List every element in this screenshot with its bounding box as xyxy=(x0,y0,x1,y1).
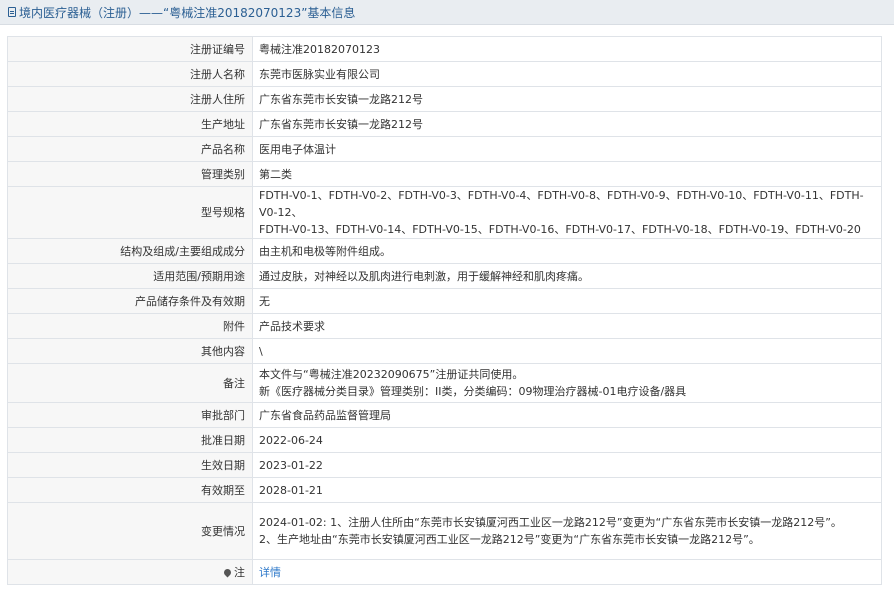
attachment-label: 附件 xyxy=(7,313,253,339)
details-link[interactable]: 详情 xyxy=(259,566,281,579)
effective-date-label: 生效日期 xyxy=(7,452,253,478)
note-label-cell: 注 xyxy=(7,559,253,585)
document-icon xyxy=(8,7,16,17)
table-row: 结构及组成/主要组成成分 由主机和电极等附件组成。 xyxy=(7,238,882,264)
expiry-date-value: 2028-01-21 xyxy=(252,477,882,503)
table-row: 产品储存条件及有效期 无 xyxy=(7,288,882,314)
models-label: 型号规格 xyxy=(7,186,253,239)
scope-value: 通过皮肤，对神经以及肌肉进行电刺激，用于缓解神经和肌肉疼痛。 xyxy=(252,263,882,289)
storage-value: 无 xyxy=(252,288,882,314)
changes-label: 变更情况 xyxy=(7,502,253,560)
table-row: 批准日期 2022-06-24 xyxy=(7,427,882,453)
product-name-label: 产品名称 xyxy=(7,136,253,162)
reg-no-label: 注册证编号 xyxy=(7,36,253,62)
pin-icon xyxy=(222,567,233,577)
table-row: 注 详情 xyxy=(7,559,882,585)
table-row: 管理类别 第二类 xyxy=(7,161,882,187)
table-row: 生产地址 广东省东莞市长安镇一龙路212号 xyxy=(7,111,882,137)
approval-dept-label: 审批部门 xyxy=(7,402,253,428)
table-row: 其他内容 \ xyxy=(7,338,882,364)
structure-label: 结构及组成/主要组成成分 xyxy=(7,238,253,264)
remarks-line-1: 本文件与“粤械注准20232090675”注册证共同使用。 xyxy=(259,368,524,381)
effective-date-value: 2023-01-22 xyxy=(252,452,882,478)
registrant-name-label: 注册人名称 xyxy=(7,61,253,87)
changes-line-2: 2、生产地址由“东莞市长安镇厦河西工业区一龙路212号”变更为“广东省东莞市长安… xyxy=(259,533,760,546)
changes-line-1: 2024-01-02: 1、注册人住所由“东莞市长安镇厦河西工业区一龙路212号… xyxy=(259,516,842,529)
table-row: 有效期至 2028-01-21 xyxy=(7,477,882,503)
table-row: 备注 本文件与“粤械注准20232090675”注册证共同使用。 新《医疗器械分… xyxy=(7,363,882,403)
structure-value: 由主机和电极等附件组成。 xyxy=(252,238,882,264)
models-line-1: FDTH-V0-1、FDTH-V0-2、FDTH-V0-3、FDTH-V0-4、… xyxy=(259,189,864,219)
approval-date-label: 批准日期 xyxy=(7,427,253,453)
models-value: FDTH-V0-1、FDTH-V0-2、FDTH-V0-3、FDTH-V0-4、… xyxy=(252,186,882,239)
approval-dept-value: 广东省食品药品监督管理局 xyxy=(252,402,882,428)
note-label: 注 xyxy=(234,565,245,579)
production-address-value: 广东省东莞市长安镇一龙路212号 xyxy=(252,111,882,137)
table-row: 审批部门 广东省食品药品监督管理局 xyxy=(7,402,882,428)
info-table: 注册证编号 粤械注准20182070123 注册人名称 东莞市医脉实业有限公司 … xyxy=(7,36,882,585)
models-line-2: FDTH-V0-13、FDTH-V0-14、FDTH-V0-15、FDTH-V0… xyxy=(259,223,861,236)
table-row: 生效日期 2023-01-22 xyxy=(7,452,882,478)
page-title: 境内医疗器械（注册）——“粤械注准20182070123”基本信息 xyxy=(19,5,356,20)
other-value: \ xyxy=(252,338,882,364)
product-name-value: 医用电子体温计 xyxy=(252,136,882,162)
changes-value: 2024-01-02: 1、注册人住所由“东莞市长安镇厦河西工业区一龙路212号… xyxy=(252,502,882,560)
production-address-label: 生产地址 xyxy=(7,111,253,137)
reg-no-value: 粤械注准20182070123 xyxy=(252,36,882,62)
remarks-label: 备注 xyxy=(7,363,253,403)
expiry-date-label: 有效期至 xyxy=(7,477,253,503)
table-row: 注册人住所 广东省东莞市长安镇一龙路212号 xyxy=(7,86,882,112)
table-row: 适用范围/预期用途 通过皮肤，对神经以及肌肉进行电刺激，用于缓解神经和肌肉疼痛。 xyxy=(7,263,882,289)
table-row: 注册证编号 粤械注准20182070123 xyxy=(7,36,882,62)
registrant-address-label: 注册人住所 xyxy=(7,86,253,112)
registrant-address-value: 广东省东莞市长安镇一龙路212号 xyxy=(252,86,882,112)
table-row: 产品名称 医用电子体温计 xyxy=(7,136,882,162)
table-row: 型号规格 FDTH-V0-1、FDTH-V0-2、FDTH-V0-3、FDTH-… xyxy=(7,186,882,239)
table-row: 注册人名称 东莞市医脉实业有限公司 xyxy=(7,61,882,87)
registrant-name-value: 东莞市医脉实业有限公司 xyxy=(252,61,882,87)
table-row: 变更情况 2024-01-02: 1、注册人住所由“东莞市长安镇厦河西工业区一龙… xyxy=(7,502,882,560)
attachment-value: 产品技术要求 xyxy=(252,313,882,339)
page-title-bar: 境内医疗器械（注册）——“粤械注准20182070123”基本信息 xyxy=(0,0,894,25)
note-value: 详情 xyxy=(252,559,882,585)
other-label: 其他内容 xyxy=(7,338,253,364)
storage-label: 产品储存条件及有效期 xyxy=(7,288,253,314)
category-value: 第二类 xyxy=(252,161,882,187)
scope-label: 适用范围/预期用途 xyxy=(7,263,253,289)
remarks-line-2: 新《医疗器械分类目录》管理类别：II类，分类编码：09物理治疗器械-01电疗设备… xyxy=(259,385,687,398)
approval-date-value: 2022-06-24 xyxy=(252,427,882,453)
table-row: 附件 产品技术要求 xyxy=(7,313,882,339)
remarks-value: 本文件与“粤械注准20232090675”注册证共同使用。 新《医疗器械分类目录… xyxy=(252,363,882,403)
category-label: 管理类别 xyxy=(7,161,253,187)
